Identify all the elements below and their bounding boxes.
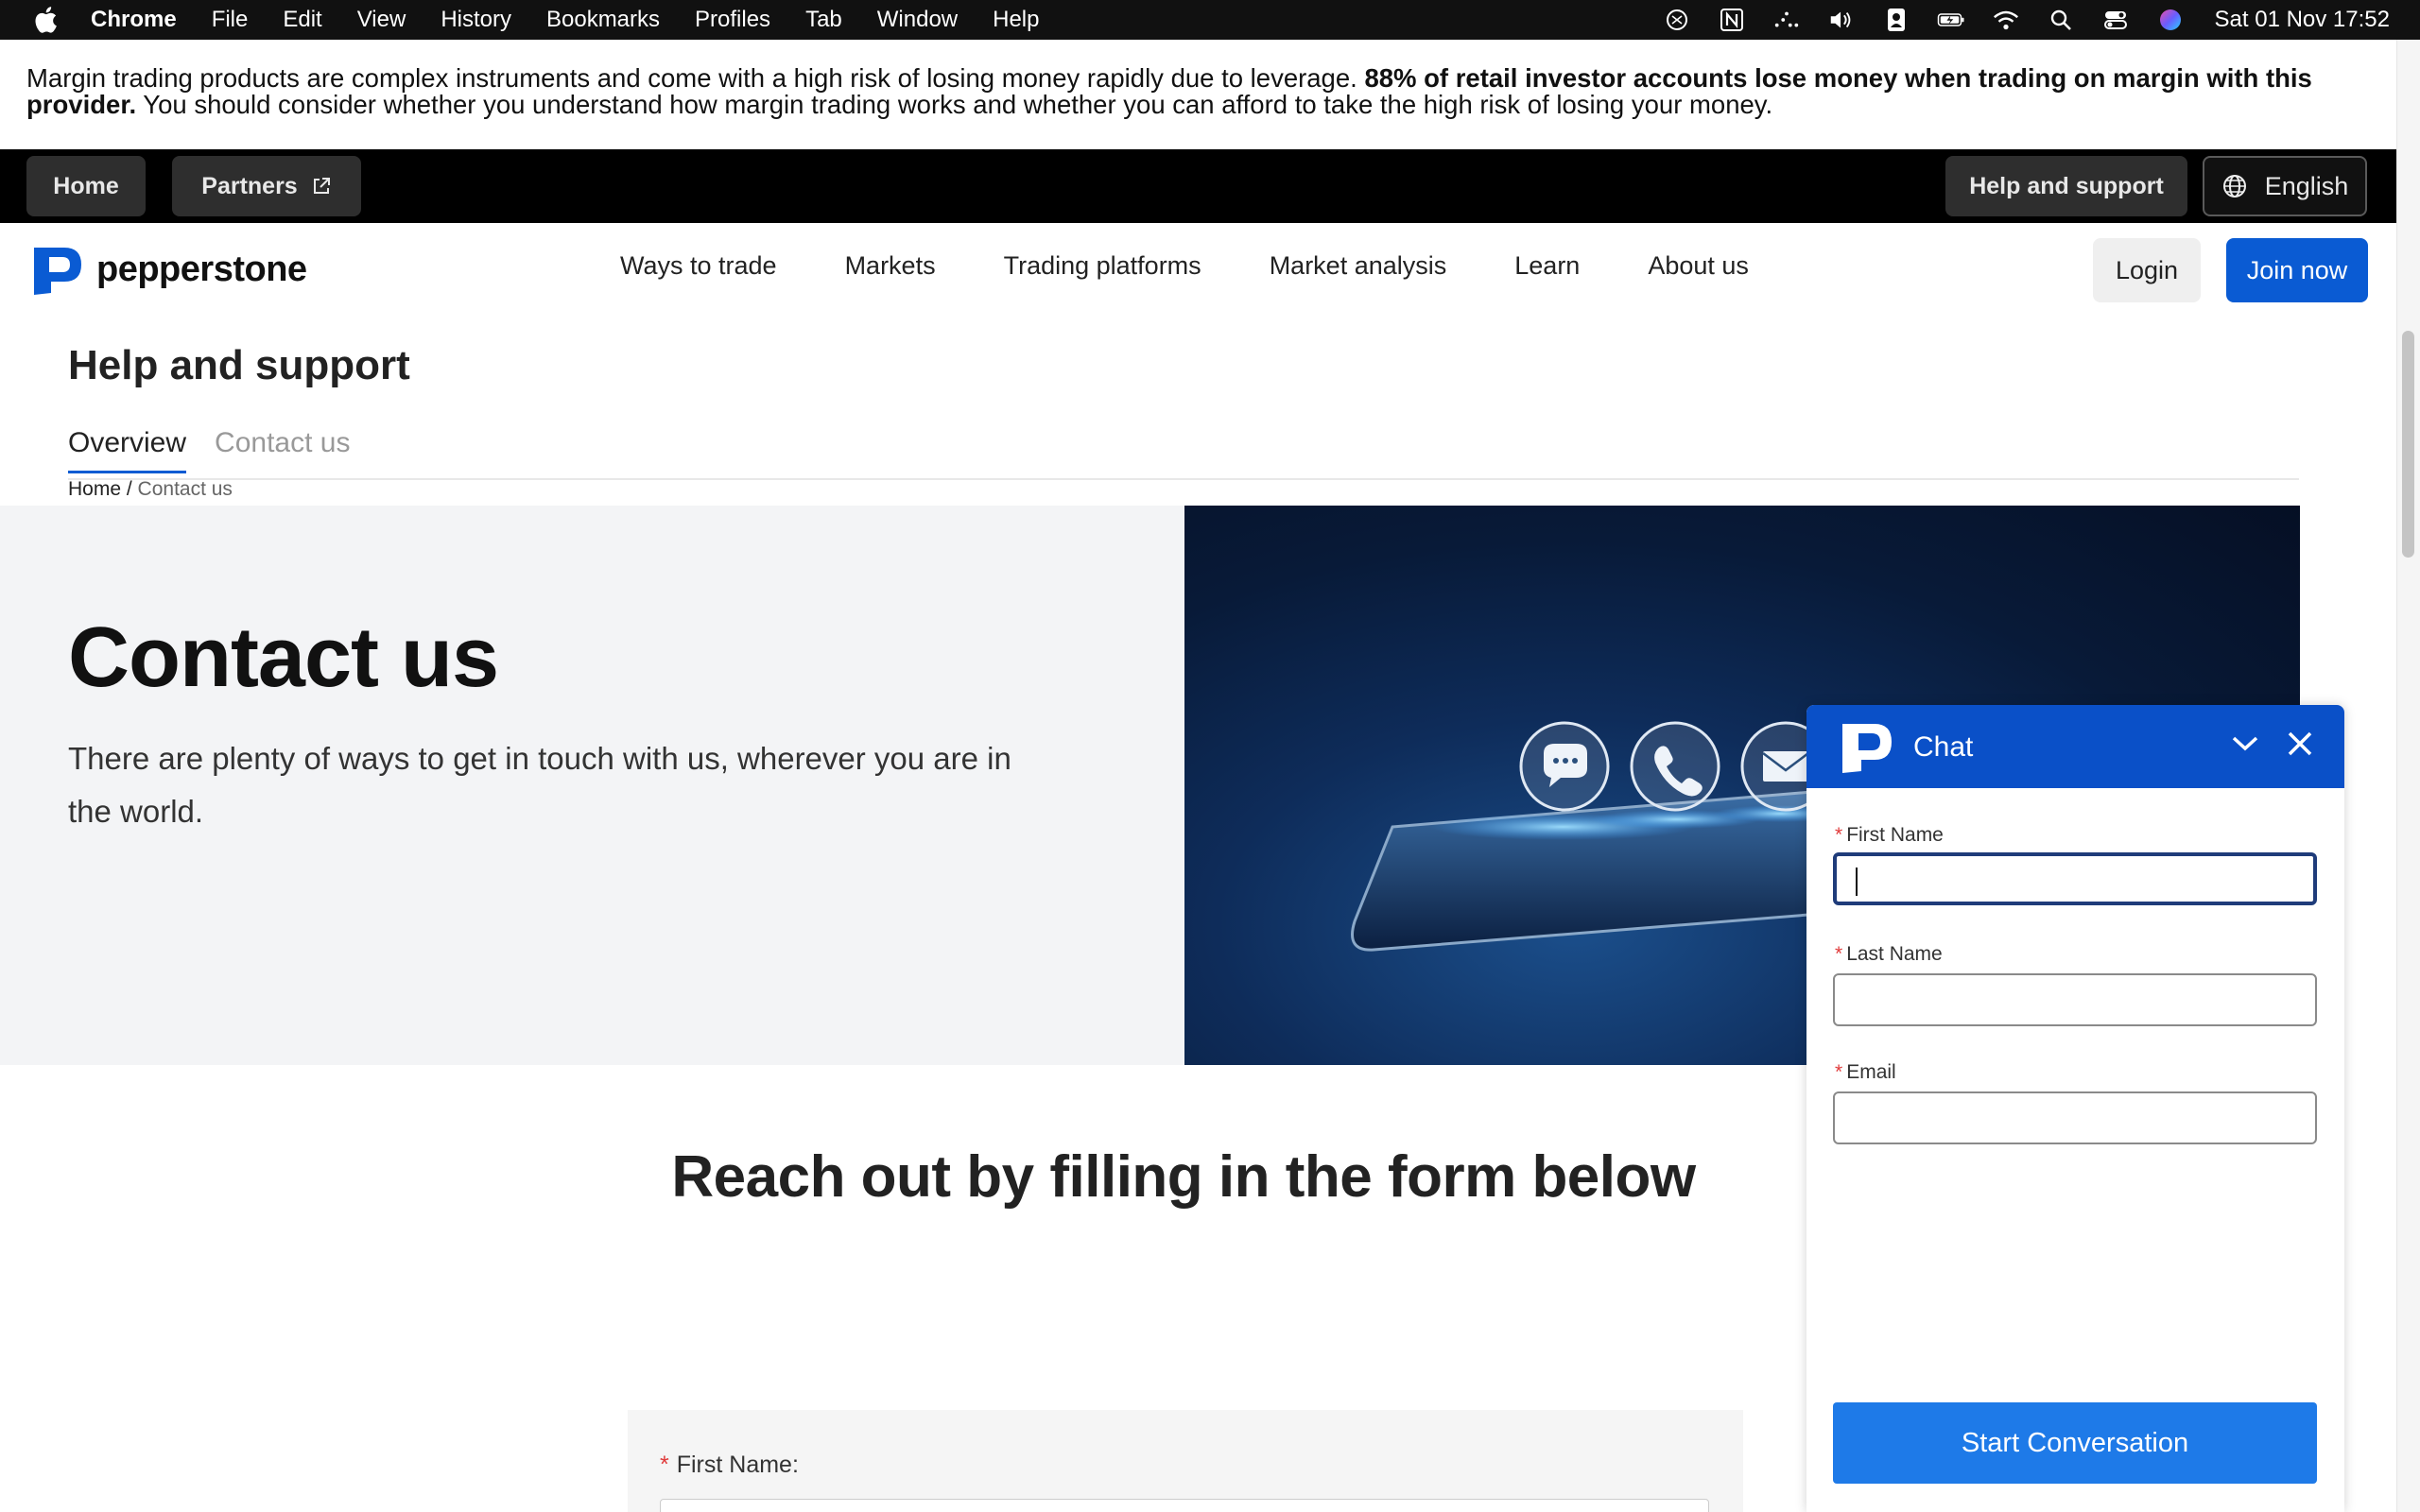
first-name-input[interactable] [660, 1499, 1709, 1512]
nav-about-us[interactable]: About us [1648, 251, 1749, 281]
menu-edit[interactable]: Edit [283, 7, 321, 33]
status-area: Sat 01 Nov 17:52 [1663, 0, 2420, 40]
chat-widget: Chat * First Name * Last Name * Email Start… [1806, 705, 2344, 1512]
section-title: Help and support [68, 342, 410, 388]
risk-text-part1: Margin trading products are complex inst… [26, 63, 1365, 93]
text-caret [1856, 868, 1858, 896]
spotlight-icon[interactable] [2047, 6, 2075, 34]
page-scrollbar[interactable] [2396, 40, 2420, 1512]
chat-email-label: * Email [1835, 1061, 1896, 1084]
required-asterisk: * [1835, 1061, 1843, 1083]
menu-profiles[interactable]: Profiles [695, 7, 770, 33]
help-and-support-button[interactable]: Help and support [1945, 156, 2187, 216]
chat-first-name-label-text: First Name [1846, 824, 1944, 846]
first-name-label-text: First Name: [676, 1452, 799, 1478]
external-link-icon [313, 178, 330, 194]
chat-email-label-text: Email [1846, 1061, 1896, 1083]
control-center-icon[interactable] [2101, 6, 2130, 34]
battery-icon[interactable] [1937, 6, 1965, 34]
section-tabs: Overview Contact us [68, 427, 378, 473]
language-label: English [2264, 171, 2349, 200]
contact-icon[interactable] [1882, 6, 1910, 34]
wifi-icon[interactable] [1992, 6, 2020, 34]
chat-last-name-input[interactable] [1833, 973, 2317, 1026]
hero-title: Contact us [68, 610, 499, 705]
required-asterisk: * [1835, 824, 1843, 846]
nav-market-analysis[interactable]: Market analysis [1270, 251, 1447, 281]
chat-last-name-label: * Last Name [1835, 943, 1943, 966]
brand-name: pepperstone [96, 249, 307, 289]
menu-tab[interactable]: Tab [805, 7, 842, 33]
globe-icon [2222, 175, 2246, 198]
breadcrumb-current: Contact us [137, 478, 233, 500]
tab-contact-us[interactable]: Contact us [215, 427, 350, 473]
pepperstone-chat-logo-icon [1842, 724, 1892, 773]
risk-text-part2: You should consider whether you understa… [136, 90, 1773, 119]
chat-title: Chat [1913, 731, 1974, 763]
menu-history[interactable]: History [441, 7, 511, 33]
pepperstone-logo[interactable]: pepperstone [28, 242, 307, 297]
nav-learn[interactable]: Learn [1514, 251, 1580, 281]
menu-view[interactable]: View [357, 7, 406, 33]
chat-last-name-label-text: Last Name [1846, 943, 1943, 965]
close-icon[interactable] [2284, 728, 2316, 760]
nav-trading-platforms[interactable]: Trading platforms [1004, 251, 1201, 281]
chat-email-input[interactable] [1833, 1091, 2317, 1144]
main-navigation: pepperstone Ways to trade Markets Tradin… [0, 223, 2396, 318]
tab-overview[interactable]: Overview [68, 427, 187, 473]
nav-ways-to-trade[interactable]: Ways to trade [620, 251, 777, 281]
breadcrumb-home[interactable]: Home [68, 478, 121, 500]
menu-clock[interactable]: Sat 01 Nov 17:52 [2215, 7, 2390, 33]
partners-button[interactable]: Partners [172, 156, 361, 216]
chat-first-name-input[interactable] [1833, 852, 2317, 905]
phone-call-icon [1630, 721, 1720, 812]
chatgpt-icon[interactable] [1663, 6, 1691, 34]
nav-links: Ways to trade Markets Trading platforms … [620, 251, 1817, 281]
menu-file[interactable]: File [212, 7, 249, 33]
login-button[interactable]: Login [2093, 238, 2201, 302]
required-asterisk: * [660, 1452, 669, 1478]
apple-icon[interactable] [32, 6, 59, 34]
menu-bookmarks[interactable]: Bookmarks [546, 7, 660, 33]
chat-header: Chat [1806, 705, 2344, 788]
dots-icon[interactable] [1772, 6, 1801, 34]
menu-help[interactable]: Help [993, 7, 1039, 33]
menu-window[interactable]: Window [877, 7, 958, 33]
language-selector[interactable]: English [2203, 156, 2367, 216]
contact-form: * First Name: [628, 1410, 1743, 1512]
first-name-label: * First Name: [660, 1452, 799, 1479]
chevron-down-icon[interactable] [2229, 728, 2261, 760]
home-button[interactable]: Home [26, 156, 146, 216]
breadcrumb-separator: / [121, 478, 138, 500]
notion-icon[interactable] [1718, 6, 1746, 34]
join-now-button[interactable]: Join now [2226, 238, 2368, 302]
scrollbar-thumb[interactable] [2402, 331, 2414, 558]
chat-bubble-icon [1519, 721, 1610, 812]
chat-first-name-label: * First Name [1835, 824, 1944, 847]
start-conversation-button[interactable]: Start Conversation [1833, 1402, 2317, 1484]
utility-bar: Home Partners Help and support English [0, 149, 2396, 223]
pepperstone-logo-icon [34, 248, 81, 295]
tabs-divider [68, 478, 2299, 480]
hero-section: Contact us There are plenty of ways to g… [0, 506, 1184, 1065]
nav-markets[interactable]: Markets [845, 251, 936, 281]
macos-menu-bar: Chrome File Edit View History Bookmarks … [0, 0, 2420, 40]
required-asterisk: * [1835, 943, 1843, 965]
hero-description: There are plenty of ways to get in touch… [68, 741, 1011, 829]
siri-icon[interactable] [2156, 6, 2185, 34]
menu-app-chrome[interactable]: Chrome [91, 7, 177, 33]
volume-icon[interactable] [1827, 6, 1856, 34]
partners-label: Partners [201, 172, 298, 199]
breadcrumb: Home / Contact us [68, 478, 233, 501]
risk-warning-banner: Margin trading products are complex inst… [0, 40, 2396, 149]
